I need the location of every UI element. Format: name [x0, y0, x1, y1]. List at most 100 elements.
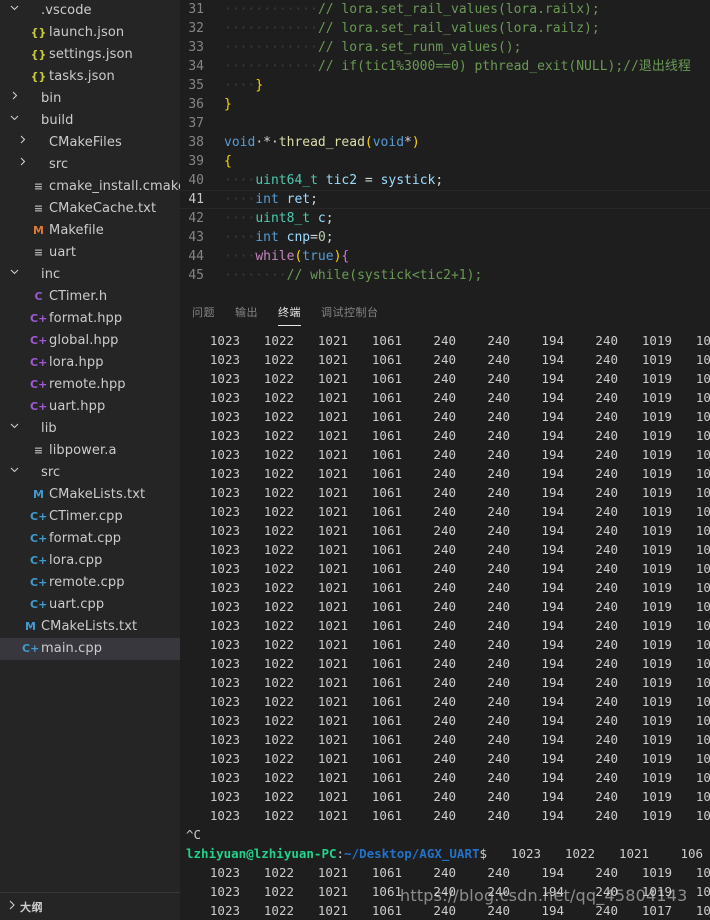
line-number: 38 — [188, 135, 204, 150]
panel-tab-2[interactable]: 终端 — [278, 295, 301, 330]
tree-item-makefile[interactable]: M Makefile — [0, 220, 180, 242]
terminal-value: 1061 — [371, 485, 402, 501]
chevron-right-icon[interactable] — [6, 87, 22, 109]
terminal-value: 1061 — [371, 561, 402, 577]
panel-tab-0[interactable]: 问题 — [192, 295, 215, 330]
terminal-value: 1042 — [695, 447, 710, 463]
tree-item-src[interactable]: src — [0, 154, 180, 176]
terminal-data-row: 1023 1022 1021 1061 240 240 194 240 1019 1042 — [180, 369, 710, 388]
terminal-value: 1042 — [695, 656, 710, 672]
terminal-value: 240 — [433, 523, 456, 539]
chevron-down-icon[interactable] — [6, 417, 22, 439]
tree-item-lora-hpp[interactable]: C+ lora.hpp — [0, 352, 180, 374]
tree-item-libpower-a[interactable]: ≡ libpower.a — [0, 440, 180, 462]
terminal-prompt-line[interactable]: lzhiyuan@lzhiyuan-PC:~/Desktop/AGX_UART$… — [180, 844, 710, 863]
terminal-value: 1023 — [209, 333, 240, 349]
terminal-value: 240 — [595, 903, 618, 919]
tree-item-build[interactable]: build — [0, 110, 180, 132]
tree-item-cmakelists-txt[interactable]: M CMakeLists.txt — [0, 616, 180, 638]
tree-item-launch-json[interactable]: {} launch.json — [0, 22, 180, 44]
terminal-value: 240 — [595, 808, 618, 824]
chevron-down-icon[interactable] — [6, 461, 22, 483]
chevron-down-icon[interactable] — [6, 0, 22, 21]
text-file-icon: ≡ — [33, 180, 44, 193]
terminal-value: 1023 — [209, 713, 240, 729]
code-line-text: ····int ret; — [224, 192, 318, 207]
tree-item-remote-cpp[interactable]: C+ remote.cpp — [0, 572, 180, 594]
terminal-value: 1022 — [263, 371, 294, 387]
terminal-value: 240 — [433, 751, 456, 767]
tree-item--vscode[interactable]: .vscode — [0, 0, 180, 22]
panel-tab-3[interactable]: 调试控制台 — [321, 295, 379, 330]
terminal-value: 1042 — [695, 618, 710, 634]
terminal-value: 1022 — [263, 504, 294, 520]
tree-item-global-hpp[interactable]: C+ global.hpp — [0, 330, 180, 352]
tree-item-main-cpp[interactable]: C+ main.cpp — [0, 638, 180, 660]
cpp-source-icon: C+ — [22, 642, 40, 655]
terminal-value: 1061 — [371, 751, 402, 767]
terminal-value: 1061 — [371, 390, 402, 406]
tree-item-ctimer-h[interactable]: C CTimer.h — [0, 286, 180, 308]
terminal-value: 1061 — [371, 333, 402, 349]
tree-item-uart[interactable]: ≡ uart — [0, 242, 180, 264]
tree-item-ctimer-cpp[interactable]: C+ CTimer.cpp — [0, 506, 180, 528]
tree-item-src[interactable]: src — [0, 462, 180, 484]
terminal-value: 1019 — [641, 352, 672, 368]
terminal-data-row: 1023 1022 1021 1061 240 240 194 240 1019 1042 — [180, 692, 710, 711]
tree-item-format-hpp[interactable]: C+ format.hpp — [0, 308, 180, 330]
code-editor[interactable]: 31 ············// lora.set_rail_values(lo… — [180, 0, 710, 296]
tree-item-lib[interactable]: lib — [0, 418, 180, 440]
terminal-value: 1019 — [641, 865, 672, 881]
terminal-value: 1023 — [209, 580, 240, 596]
code-line: 43 ····int cnp=0; — [180, 228, 710, 247]
terminal-value: 240 — [433, 466, 456, 482]
terminal-value: 194 — [541, 580, 564, 596]
terminal-value: 240 — [433, 504, 456, 520]
terminal-value: 240 — [595, 599, 618, 615]
terminal-value: 1019 — [641, 447, 672, 463]
terminal-value: 240 — [487, 504, 510, 520]
terminal-value: 240 — [487, 808, 510, 824]
terminal-value: 1021 — [317, 599, 348, 615]
line-number: 43 — [188, 230, 204, 245]
tree-item-format-cpp[interactable]: C+ format.cpp — [0, 528, 180, 550]
cpp-source-icon: C+ — [30, 576, 48, 589]
tree-item-uart-hpp[interactable]: C+ uart.hpp — [0, 396, 180, 418]
terminal-output[interactable]: 1023102210211061240240194240101910421023… — [180, 330, 710, 920]
terminal-value: 240 — [487, 675, 510, 691]
tree-item-cmake-install-cmake[interactable]: ≡ cmake_install.cmake — [0, 176, 180, 198]
terminal-value: 1023 — [209, 447, 240, 463]
terminal-value: 194 — [541, 485, 564, 501]
tree-item-lora-cpp[interactable]: C+ lora.cpp — [0, 550, 180, 572]
tree-item-bin[interactable]: bin — [0, 88, 180, 110]
cpp-header-icon: C+ — [30, 312, 48, 325]
tree-item-label: CTimer.h — [49, 289, 108, 304]
terminal-value: 1019 — [641, 789, 672, 805]
tree-item-cmakefiles[interactable]: CMakeFiles — [0, 132, 180, 154]
chevron-down-icon[interactable] — [6, 109, 22, 131]
tree-item-inc[interactable]: inc — [0, 264, 180, 286]
terminal-value: 1061 — [371, 466, 402, 482]
chevron-right-icon[interactable] — [14, 153, 30, 175]
terminal-value: 240 — [433, 618, 456, 634]
tree-item-cmakelists-txt[interactable]: M CMakeLists.txt — [0, 484, 180, 506]
terminal-value: 1022 — [263, 675, 294, 691]
code-line: 34 ············// if(tic1%3000==0) pthrea… — [180, 57, 710, 76]
terminal-value: 1021 — [317, 333, 348, 349]
tree-item-remote-hpp[interactable]: C+ remote.hpp — [0, 374, 180, 396]
tree-item-settings-json[interactable]: {} settings.json — [0, 44, 180, 66]
tree-item-uart-cpp[interactable]: C+ uart.cpp — [0, 594, 180, 616]
tree-item-label: uart — [49, 245, 77, 260]
terminal-value: 1042 — [695, 751, 710, 767]
tree-item-cmakecache-txt[interactable]: ≡ CMakeCache.txt — [0, 198, 180, 220]
chevron-down-icon[interactable] — [6, 263, 22, 285]
tree-item-tasks-json[interactable]: {} tasks.json — [0, 66, 180, 88]
panel-tab-1[interactable]: 输出 — [235, 295, 258, 330]
terminal-value: 1021 — [317, 371, 348, 387]
terminal-data-row: 1023 1022 1021 1061 240 240 194 240 1019 1042 — [180, 483, 710, 502]
terminal-value: 194 — [541, 599, 564, 615]
terminal-value: 1021 — [317, 865, 348, 881]
outline-section-header[interactable]: 大纲 — [0, 892, 180, 920]
chevron-right-icon[interactable] — [14, 131, 30, 153]
terminal-data-row: 1023 1022 1021 1061 240 240 194 240 1019 1042 — [180, 464, 710, 483]
